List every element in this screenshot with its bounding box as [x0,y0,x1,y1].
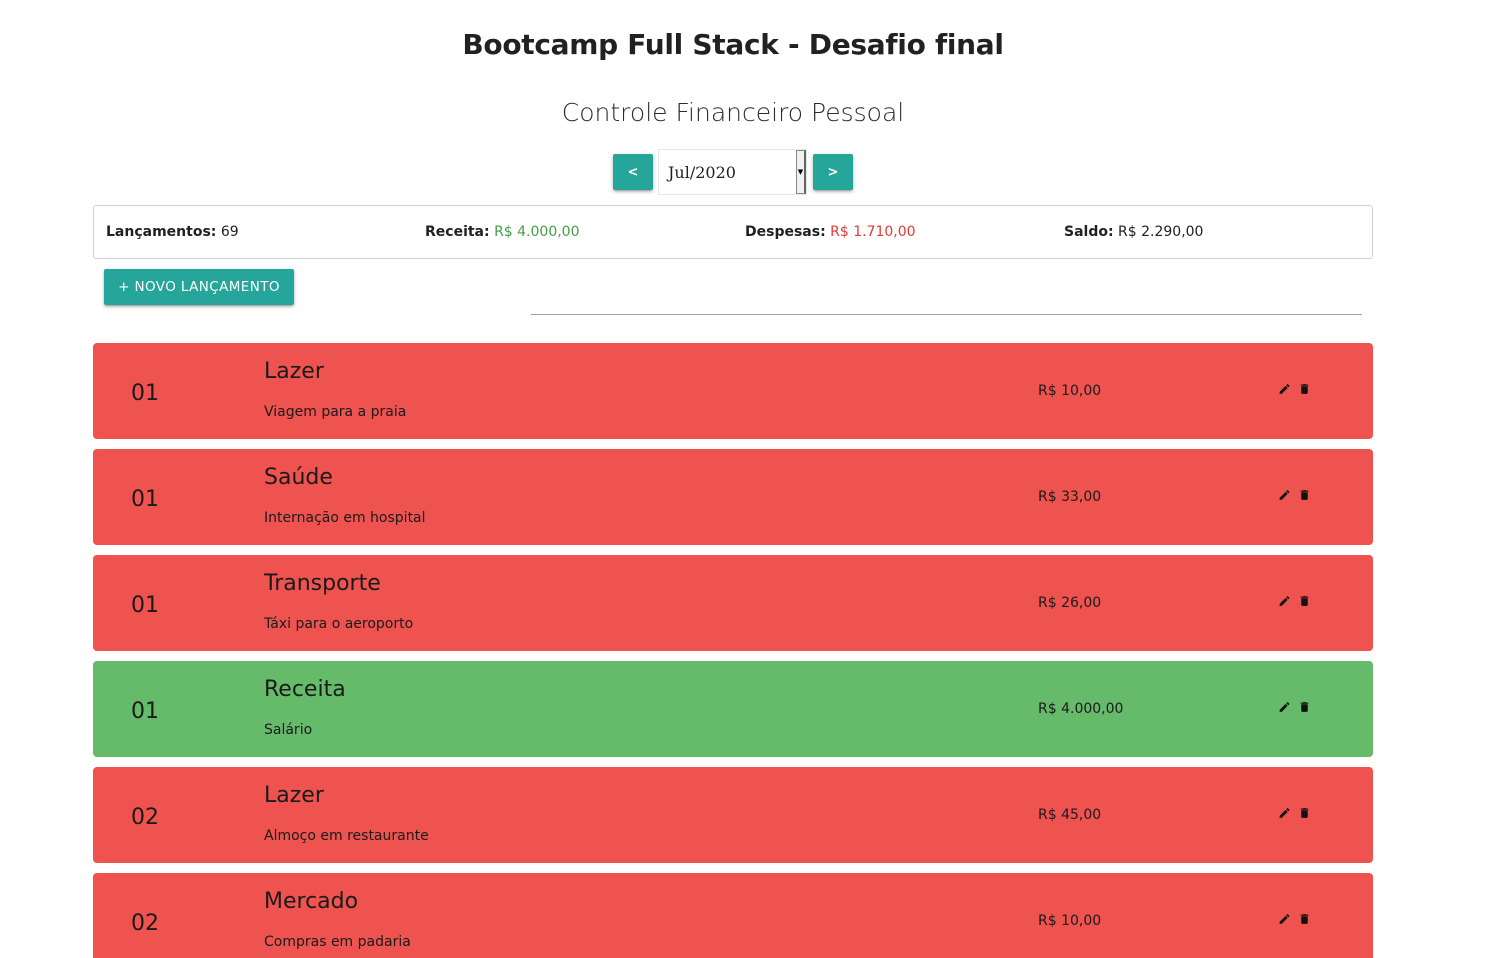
transaction-row: 01 Transporte Táxi para o aeroporto R$ 2… [93,555,1373,651]
transaction-row: 01 Lazer Viagem para a praia R$ 10,00 [93,343,1373,439]
summary-balance: Saldo: R$ 2.290,00 [1064,224,1203,240]
trash-icon[interactable] [1298,594,1311,608]
summary-revenue: Receita: R$ 4.000,00 [425,224,580,240]
new-transaction-button[interactable]: + NOVO LANÇAMENTO [104,269,294,305]
summary-launches: Lançamentos: 69 [106,224,239,240]
transaction-actions [1278,382,1311,396]
transaction-description: Salário [264,722,313,738]
transaction-actions [1278,912,1311,926]
page-subtitle: Controle Financeiro Pessoal [561,98,905,127]
summary-balance-label: Saldo: [1064,224,1114,240]
transaction-day: 01 [131,487,159,512]
page-title: Bootcamp Full Stack - Desafio final [462,28,1004,61]
transaction-day: 01 [131,699,159,724]
transaction-category: Saúde [264,465,333,490]
summary-launches-value: 69 [220,224,239,240]
summary-balance-value: R$ 2.290,00 [1118,224,1204,240]
filter-input[interactable] [531,282,1362,315]
trash-icon[interactable] [1298,912,1311,926]
transaction-description: Táxi para o aeroporto [264,616,414,632]
chevron-down-icon[interactable]: ▼ [796,150,806,194]
trash-icon[interactable] [1298,488,1311,502]
summary-launches-label: Lançamentos: [106,224,217,240]
trash-icon[interactable] [1298,806,1311,820]
period-select[interactable]: Jul/2020 ▼ [658,149,807,195]
period-select-value: Jul/2020 [668,162,736,182]
summary-revenue-value: R$ 4.000,00 [494,224,580,240]
transaction-category: Mercado [264,889,359,914]
previous-period-button[interactable]: < [613,154,653,190]
transaction-category: Transporte [264,571,381,596]
app-page: Bootcamp Full Stack - Desafio final Cont… [0,0,1493,958]
transaction-actions [1278,806,1311,820]
transaction-value: R$ 33,00 [1038,489,1102,505]
transaction-row: 02 Lazer Almoço em restaurante R$ 45,00 [93,767,1373,863]
transaction-description: Almoço em restaurante [264,828,429,844]
summary-expenses-value: R$ 1.710,00 [830,224,916,240]
transaction-category: Receita [264,677,346,702]
summary-revenue-label: Receita: [425,224,490,240]
transaction-description: Compras em padaria [264,934,411,950]
transaction-value: R$ 10,00 [1038,913,1102,929]
transaction-description: Internação em hospital [264,510,426,526]
transaction-actions [1278,488,1311,502]
pencil-icon[interactable] [1278,488,1291,502]
transaction-value: R$ 10,00 [1038,383,1102,399]
pencil-icon[interactable] [1278,382,1291,396]
transaction-description: Viagem para a praia [264,404,407,420]
pencil-icon[interactable] [1278,806,1291,820]
pencil-icon[interactable] [1278,912,1291,926]
trash-icon[interactable] [1298,700,1311,714]
transaction-category: Lazer [264,783,324,808]
transaction-value: R$ 45,00 [1038,807,1102,823]
transaction-day: 01 [131,381,159,406]
transaction-list: 01 Lazer Viagem para a praia R$ 10,00 01… [93,343,1373,958]
transaction-value: R$ 26,00 [1038,595,1102,611]
summary-bar: Lançamentos: 69 Receita: R$ 4.000,00 Des… [93,205,1373,259]
transaction-row: 01 Saúde Internação em hospital R$ 33,00 [93,449,1373,545]
transaction-row: 01 Receita Salário R$ 4.000,00 [93,661,1373,757]
transaction-row: 02 Mercado Compras em padaria R$ 10,00 [93,873,1373,958]
summary-expenses-label: Despesas: [745,224,826,240]
trash-icon[interactable] [1298,382,1311,396]
transaction-value: R$ 4.000,00 [1038,701,1124,717]
summary-expenses: Despesas: R$ 1.710,00 [745,224,916,240]
transaction-category: Lazer [264,359,324,384]
next-period-button[interactable]: > [813,154,853,190]
transaction-day: 02 [131,911,159,936]
transaction-actions [1278,700,1311,714]
pencil-icon[interactable] [1278,700,1291,714]
transaction-day: 02 [131,805,159,830]
transaction-actions [1278,594,1311,608]
transaction-day: 01 [131,593,159,618]
pencil-icon[interactable] [1278,594,1291,608]
